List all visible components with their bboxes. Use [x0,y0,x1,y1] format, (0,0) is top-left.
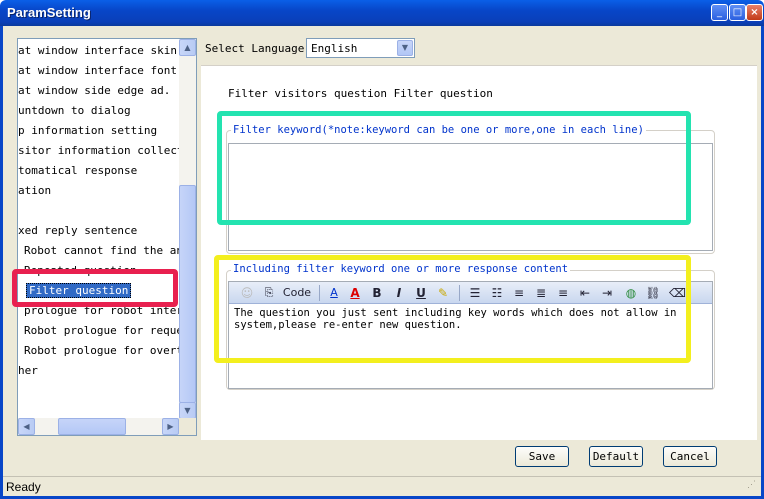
chevron-up-icon: ▲ [184,43,191,52]
tree-item[interactable]: Robot cannot find the answ [20,241,196,261]
chevron-right-icon: ▶ [167,422,174,431]
tree-item-label: Robot cannot find the answ [24,244,197,257]
status-text: Ready [6,480,41,494]
tree-item[interactable]: at window interface font co [18,61,197,81]
annotation-box-yellow [214,255,691,363]
tree-item-label: at window interface skin se [18,44,197,57]
tree-item[interactable]: xed reply sentence [18,221,137,241]
annotation-box-green [217,111,691,225]
tree-item[interactable]: untdown to dialog [18,101,131,121]
default-button[interactable]: Default [589,446,643,467]
language-value: English [311,42,358,55]
scroll-right-button[interactable]: ▶ [162,418,179,435]
settings-tree[interactable]: at window interface skin se at window int… [17,38,197,436]
chevron-left-icon: ◀ [23,422,30,431]
section-title: Filter visitors question Filter question [228,87,493,100]
scroll-up-button[interactable]: ▲ [179,39,196,56]
tree-item[interactable]: at window interface skin se [18,41,197,61]
close-icon: × [750,7,759,18]
scroll-down-button[interactable]: ▼ [179,402,196,419]
language-label: Select Language [205,42,305,55]
tree-item-label: at window side edge ad. [18,84,171,97]
tree-item[interactable]: at window side edge ad. [18,81,170,101]
tree-item[interactable]: tomatical response [18,161,137,181]
tree-item[interactable]: Robot prologue for overtim [20,341,196,361]
scrollbar-corner [179,418,196,435]
language-select[interactable]: English ▼ [306,38,415,58]
tree-item[interactable]: her [18,361,38,381]
tree-item[interactable]: Robot prologue for request [20,321,196,341]
horizontal-scroll-thumb[interactable] [58,418,126,435]
scroll-left-button[interactable]: ◀ [18,418,35,435]
save-button[interactable]: Save [515,446,569,467]
cancel-button[interactable]: Cancel [663,446,717,467]
tree-horizontal-scrollbar[interactable]: ◀ ▶ [18,418,196,435]
tree-item-label: xed reply sentence [18,224,138,237]
tree-item[interactable]: sitor information collect [18,141,184,161]
scroll-thumb[interactable] [179,185,196,403]
tree-item-label: at window interface font co [18,64,197,77]
close-button[interactable]: × [746,4,763,21]
tree-vertical-scrollbar[interactable]: ▲ ▼ [179,39,196,419]
maximize-button[interactable]: □ [729,4,746,21]
tree-item-label: her [18,364,38,377]
title-bar[interactable]: ParamSetting _ □ × [0,0,764,26]
tree-item-label: p information setting [18,124,158,137]
maximize-icon: □ [732,7,743,18]
minimize-icon: _ [717,7,722,18]
chevron-down-icon[interactable]: ▼ [397,40,413,56]
annotation-box-red [12,269,178,307]
tree-item-label: Robot prologue for request [24,324,197,337]
tree-item[interactable]: ation [18,181,51,201]
chevron-down-icon: ▼ [184,406,191,415]
minimize-button[interactable]: _ [711,4,728,21]
tree-item-label: sitor information collect [18,144,184,157]
tree-item[interactable]: p information setting [18,121,157,141]
tree-item-label: Robot prologue for overtim [24,344,197,357]
status-bar: Ready ⋰ [3,476,761,496]
resize-grip-icon[interactable]: ⋰ [747,480,759,494]
window-title: ParamSetting [7,5,91,20]
tree-item-label: ation [18,184,52,197]
tree-item-label: tomatical response [18,164,138,177]
tree-item-label: untdown to dialog [18,104,131,117]
